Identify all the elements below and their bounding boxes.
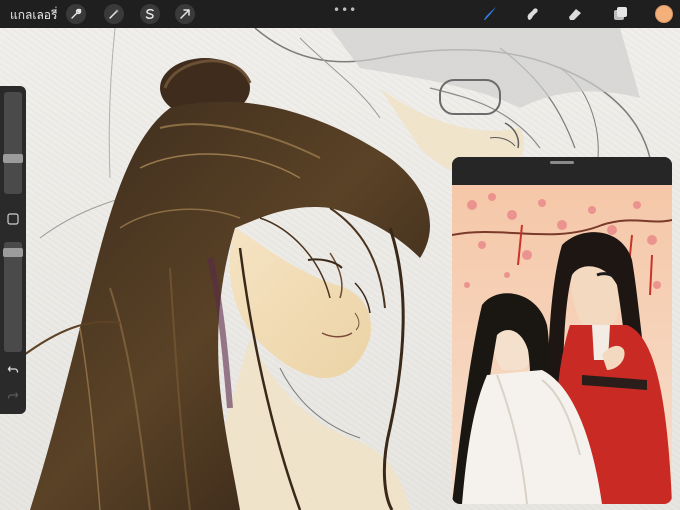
smudge-icon[interactable] <box>522 4 542 24</box>
opacity-slider[interactable] <box>3 242 23 352</box>
top-toolbar: แกลเลอรี่ ••• <box>0 0 680 28</box>
brush-size-thumb[interactable] <box>3 154 23 163</box>
drag-handle-icon[interactable] <box>550 161 574 164</box>
square-icon <box>7 213 19 225</box>
magic-wand-icon[interactable] <box>104 4 124 24</box>
left-sidebar <box>0 86 26 414</box>
opacity-thumb[interactable] <box>3 248 23 257</box>
selection-icon[interactable] <box>140 4 160 24</box>
redo-icon[interactable] <box>6 388 20 402</box>
transform-arrow-icon[interactable] <box>175 4 195 24</box>
brush-size-slider[interactable] <box>3 92 23 194</box>
modifier-button[interactable] <box>6 212 20 226</box>
gallery-button[interactable]: แกลเลอรี่ <box>10 6 57 25</box>
undo-icon[interactable] <box>6 362 20 376</box>
wrench-icon[interactable] <box>66 4 86 24</box>
reference-artwork <box>452 185 672 504</box>
reference-window[interactable] <box>452 157 672 504</box>
eraser-icon[interactable] <box>565 4 585 24</box>
brush-icon[interactable] <box>480 4 500 24</box>
color-swatch[interactable] <box>655 5 673 23</box>
more-dots-icon[interactable]: ••• <box>333 3 357 17</box>
layers-icon[interactable] <box>610 4 630 24</box>
